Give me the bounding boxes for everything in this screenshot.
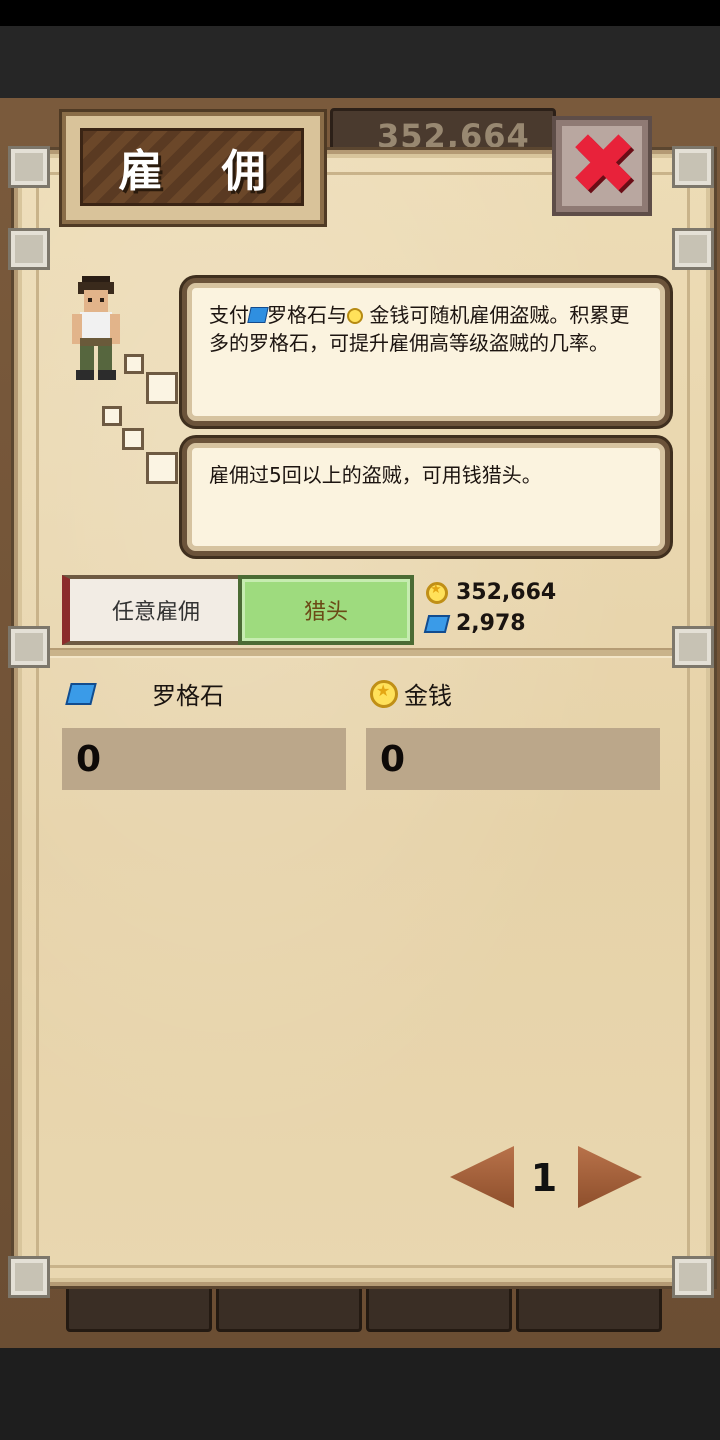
corner-ornament xyxy=(8,1256,50,1298)
panel-divider xyxy=(36,648,684,658)
close-button[interactable]: ✖ xyxy=(552,116,652,216)
title-plaque: 雇 佣 xyxy=(62,112,324,224)
coin-balance: 352,664 xyxy=(426,580,556,605)
corner-ornament xyxy=(672,626,714,668)
gem-icon xyxy=(247,307,269,323)
gem-balance: 2,978 xyxy=(423,611,526,636)
headhunt-info-text: 雇佣过5回以上的盗贼，可用钱猎头。 xyxy=(209,463,542,487)
thought-bubble-dot xyxy=(122,428,144,450)
thief-character-icon xyxy=(72,276,120,380)
corner-ornament xyxy=(8,228,50,270)
gem-cost-field[interactable]: 0 xyxy=(62,728,346,790)
dialog-title: 雇 佣 xyxy=(118,146,288,197)
thought-bubble-dot xyxy=(102,406,122,426)
gem-cost-value: 0 xyxy=(76,738,102,780)
title-wood-board: 雇 佣 xyxy=(80,128,304,206)
thought-bubble-dot xyxy=(124,354,144,374)
coin-icon xyxy=(347,308,363,324)
gem-icon xyxy=(423,614,451,633)
bottom-menu-item xyxy=(66,1280,212,1332)
corner-ornament xyxy=(8,626,50,668)
status-bar xyxy=(0,0,720,26)
thought-bubble-dot xyxy=(146,452,178,484)
gem-balance-value: 2,978 xyxy=(456,611,526,636)
hire-info-text: 支付 罗格石与 金钱可随机雇佣盗贼。积累更多的罗格石，可提升雇佣高等级盗贼的几率。 xyxy=(209,301,647,357)
hire-info-text-part: 罗格石与 xyxy=(267,303,347,327)
coin-balance-value: 352,664 xyxy=(456,580,557,605)
page-number: 1 xyxy=(530,1156,558,1200)
background-band xyxy=(0,26,720,98)
corner-ornament xyxy=(672,228,714,270)
bottom-menu-item xyxy=(516,1280,662,1332)
corner-ornament xyxy=(672,1256,714,1298)
gem-cost-label: 罗格石 xyxy=(65,676,224,711)
coin-icon xyxy=(370,679,398,708)
corner-ornament xyxy=(672,146,714,188)
bottom-menu-item xyxy=(216,1280,362,1332)
tab-headhunt[interactable]: 猎头 xyxy=(238,575,414,645)
navigation-area xyxy=(0,1348,720,1440)
coin-cost-value: 0 xyxy=(380,738,406,780)
gem-icon xyxy=(65,682,97,705)
tab-headhunt-label: 猎头 xyxy=(303,600,348,625)
thought-bubble-dot xyxy=(146,372,178,404)
tab-random-hire[interactable]: 任意雇佣 xyxy=(62,575,246,645)
gem-cost-label-text: 罗格石 xyxy=(152,682,224,710)
coin-cost-label: 金钱 xyxy=(370,676,452,711)
corner-ornament xyxy=(8,146,50,188)
close-icon: ✖ xyxy=(568,115,639,213)
hire-info-speech-box: 支付 罗格石与 金钱可随机雇佣盗贼。积累更多的罗格石，可提升雇佣高等级盗贼的几率。 xyxy=(182,278,670,426)
hire-info-text-part: 支付 xyxy=(209,303,249,327)
tab-random-hire-label: 任意雇佣 xyxy=(111,600,200,625)
coin-cost-label-text: 金钱 xyxy=(404,682,452,710)
coin-cost-field[interactable]: 0 xyxy=(366,728,660,790)
headhunt-info-speech-box: 雇佣过5回以上的盗贼，可用钱猎头。 xyxy=(182,438,670,556)
bottom-menu-item xyxy=(366,1280,512,1332)
coin-icon xyxy=(426,581,448,604)
